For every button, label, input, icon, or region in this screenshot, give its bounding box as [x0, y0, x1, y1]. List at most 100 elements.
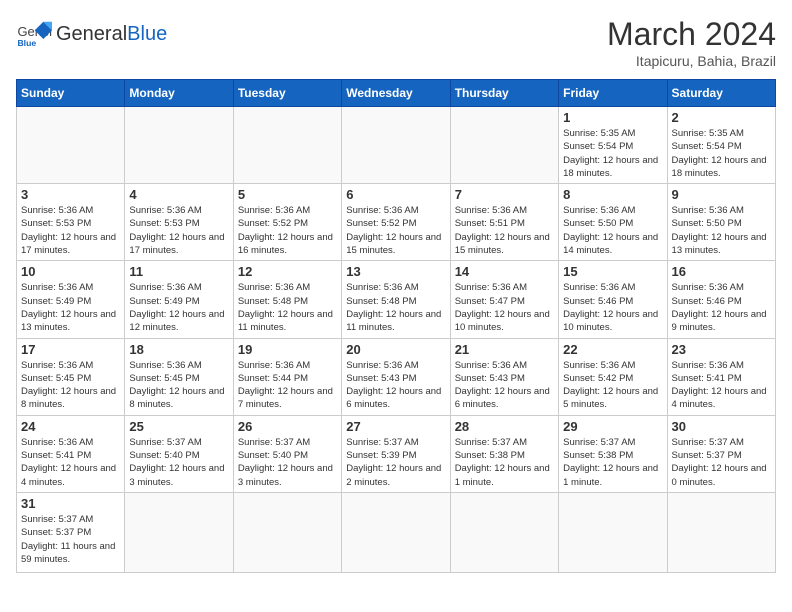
- day-number: 27: [346, 419, 445, 434]
- day-number: 30: [672, 419, 771, 434]
- calendar-cell: 22 Sunrise: 5:36 AM Sunset: 5:42 PM Dayli…: [559, 338, 667, 415]
- calendar-table: SundayMondayTuesdayWednesdayThursdayFrid…: [16, 79, 776, 573]
- day-info: Sunrise: 5:36 AM Sunset: 5:49 PM Dayligh…: [129, 281, 228, 334]
- day-number: 29: [563, 419, 662, 434]
- day-number: 18: [129, 342, 228, 357]
- calendar-cell: 30Sunrise: 5:37 AM Sunset: 5:37 PM Dayli…: [667, 415, 775, 492]
- calendar-cell: 29Sunrise: 5:37 AM Sunset: 5:38 PM Dayli…: [559, 415, 667, 492]
- week-row-1: 1 Sunrise: 5:35 AM Sunset: 5:54 PM Daylig…: [17, 107, 776, 184]
- svg-text:Blue: Blue: [17, 38, 36, 48]
- day-info: Sunrise: 5:36 AM Sunset: 5:42 PM Dayligh…: [563, 359, 662, 412]
- calendar-cell: [125, 107, 233, 184]
- day-info: Sunrise: 5:36 AM Sunset: 5:50 PM Dayligh…: [563, 204, 662, 257]
- day-info: Sunrise: 5:37 AM Sunset: 5:40 PM Dayligh…: [129, 436, 228, 489]
- calendar-cell: [450, 492, 558, 572]
- day-header-friday: Friday: [559, 80, 667, 107]
- day-number: 5: [238, 187, 337, 202]
- day-number: 7: [455, 187, 554, 202]
- calendar-cell: [450, 107, 558, 184]
- day-number: 6: [346, 187, 445, 202]
- calendar-cell: 12Sunrise: 5:36 AM Sunset: 5:48 PM Dayli…: [233, 261, 341, 338]
- day-info: Sunrise: 5:36 AM Sunset: 5:51 PM Dayligh…: [455, 204, 554, 257]
- calendar-cell: 27 Sunrise: 5:37 AM Sunset: 5:39 PM Dayli…: [342, 415, 450, 492]
- day-info: Sunrise: 5:36 AM Sunset: 5:46 PM Dayligh…: [563, 281, 662, 334]
- calendar-cell: 15Sunrise: 5:36 AM Sunset: 5:46 PM Dayli…: [559, 261, 667, 338]
- calendar-cell: [17, 107, 125, 184]
- calendar-cell: 25 Sunrise: 5:37 AM Sunset: 5:40 PM Dayli…: [125, 415, 233, 492]
- day-number: 4: [129, 187, 228, 202]
- day-info: Sunrise: 5:36 AM Sunset: 5:43 PM Dayligh…: [346, 359, 445, 412]
- day-number: 9: [672, 187, 771, 202]
- day-info: Sunrise: 5:36 AM Sunset: 5:44 PM Dayligh…: [238, 359, 337, 412]
- day-info: Sunrise: 5:36 AM Sunset: 5:41 PM Dayligh…: [672, 359, 771, 412]
- day-info: Sunrise: 5:35 AM Sunset: 5:54 PM Dayligh…: [563, 127, 662, 180]
- day-number: 21: [455, 342, 554, 357]
- day-header-wednesday: Wednesday: [342, 80, 450, 107]
- calendar-cell: 8Sunrise: 5:36 AM Sunset: 5:50 PM Daylig…: [559, 184, 667, 261]
- logo-general-text: GeneralBlue: [56, 23, 167, 45]
- day-number: 12: [238, 264, 337, 279]
- day-number: 10: [21, 264, 120, 279]
- calendar-cell: [667, 492, 775, 572]
- calendar-cell: 1 Sunrise: 5:35 AM Sunset: 5:54 PM Daylig…: [559, 107, 667, 184]
- day-info: Sunrise: 5:37 AM Sunset: 5:38 PM Dayligh…: [455, 436, 554, 489]
- day-number: 2: [672, 110, 771, 125]
- day-number: 25: [129, 419, 228, 434]
- week-row-2: 3Sunrise: 5:36 AM Sunset: 5:53 PM Daylig…: [17, 184, 776, 261]
- day-info: Sunrise: 5:36 AM Sunset: 5:41 PM Dayligh…: [21, 436, 120, 489]
- day-header-saturday: Saturday: [667, 80, 775, 107]
- calendar-cell: 9 Sunrise: 5:36 AM Sunset: 5:50 PM Daylig…: [667, 184, 775, 261]
- calendar-cell: 2 Sunrise: 5:35 AM Sunset: 5:54 PM Daylig…: [667, 107, 775, 184]
- day-number: 16: [672, 264, 771, 279]
- day-number: 11: [129, 264, 228, 279]
- day-info: Sunrise: 5:37 AM Sunset: 5:39 PM Dayligh…: [346, 436, 445, 489]
- day-number: 28: [455, 419, 554, 434]
- calendar-cell: [233, 492, 341, 572]
- day-info: Sunrise: 5:36 AM Sunset: 5:46 PM Dayligh…: [672, 281, 771, 334]
- calendar-cell: 4Sunrise: 5:36 AM Sunset: 5:53 PM Daylig…: [125, 184, 233, 261]
- day-header-monday: Monday: [125, 80, 233, 107]
- calendar-subtitle: Itapicuru, Bahia, Brazil: [607, 53, 776, 69]
- day-header-sunday: Sunday: [17, 80, 125, 107]
- day-info: Sunrise: 5:36 AM Sunset: 5:50 PM Dayligh…: [672, 204, 771, 257]
- day-number: 23: [672, 342, 771, 357]
- day-info: Sunrise: 5:35 AM Sunset: 5:54 PM Dayligh…: [672, 127, 771, 180]
- day-header-thursday: Thursday: [450, 80, 558, 107]
- calendar-cell: 3Sunrise: 5:36 AM Sunset: 5:53 PM Daylig…: [17, 184, 125, 261]
- week-row-4: 17 Sunrise: 5:36 AM Sunset: 5:45 PM Dayli…: [17, 338, 776, 415]
- calendar-cell: 24 Sunrise: 5:36 AM Sunset: 5:41 PM Dayli…: [17, 415, 125, 492]
- header: General Blue GeneralBlue March 2024 Itap…: [16, 16, 776, 69]
- day-number: 13: [346, 264, 445, 279]
- week-row-5: 24 Sunrise: 5:36 AM Sunset: 5:41 PM Dayli…: [17, 415, 776, 492]
- calendar-cell: [125, 492, 233, 572]
- calendar-cell: 16 Sunrise: 5:36 AM Sunset: 5:46 PM Dayli…: [667, 261, 775, 338]
- calendar-cell: 18Sunrise: 5:36 AM Sunset: 5:45 PM Dayli…: [125, 338, 233, 415]
- calendar-cell: 10 Sunrise: 5:36 AM Sunset: 5:49 PM Dayli…: [17, 261, 125, 338]
- day-number: 22: [563, 342, 662, 357]
- day-number: 20: [346, 342, 445, 357]
- day-info: Sunrise: 5:36 AM Sunset: 5:45 PM Dayligh…: [21, 359, 120, 412]
- calendar-cell: [342, 107, 450, 184]
- day-number: 26: [238, 419, 337, 434]
- day-number: 19: [238, 342, 337, 357]
- calendar-cell: 26 Sunrise: 5:37 AM Sunset: 5:40 PM Dayli…: [233, 415, 341, 492]
- title-area: March 2024 Itapicuru, Bahia, Brazil: [607, 16, 776, 69]
- calendar-title: March 2024: [607, 16, 776, 53]
- day-info: Sunrise: 5:37 AM Sunset: 5:37 PM Dayligh…: [21, 513, 120, 566]
- day-number: 1: [563, 110, 662, 125]
- calendar-cell: 17 Sunrise: 5:36 AM Sunset: 5:45 PM Dayli…: [17, 338, 125, 415]
- calendar-cell: 21 Sunrise: 5:36 AM Sunset: 5:43 PM Dayli…: [450, 338, 558, 415]
- calendar-cell: 31 Sunrise: 5:37 AM Sunset: 5:37 PM Dayli…: [17, 492, 125, 572]
- day-info: Sunrise: 5:37 AM Sunset: 5:40 PM Dayligh…: [238, 436, 337, 489]
- day-info: Sunrise: 5:36 AM Sunset: 5:49 PM Dayligh…: [21, 281, 120, 334]
- calendar-cell: 23 Sunrise: 5:36 AM Sunset: 5:41 PM Dayli…: [667, 338, 775, 415]
- day-number: 24: [21, 419, 120, 434]
- logo: General Blue GeneralBlue: [16, 16, 167, 52]
- day-info: Sunrise: 5:36 AM Sunset: 5:52 PM Dayligh…: [238, 204, 337, 257]
- week-row-6: 31 Sunrise: 5:37 AM Sunset: 5:37 PM Dayli…: [17, 492, 776, 572]
- day-number: 31: [21, 496, 120, 511]
- calendar-cell: 5 Sunrise: 5:36 AM Sunset: 5:52 PM Daylig…: [233, 184, 341, 261]
- day-info: Sunrise: 5:36 AM Sunset: 5:48 PM Dayligh…: [346, 281, 445, 334]
- day-number: 17: [21, 342, 120, 357]
- day-info: Sunrise: 5:36 AM Sunset: 5:43 PM Dayligh…: [455, 359, 554, 412]
